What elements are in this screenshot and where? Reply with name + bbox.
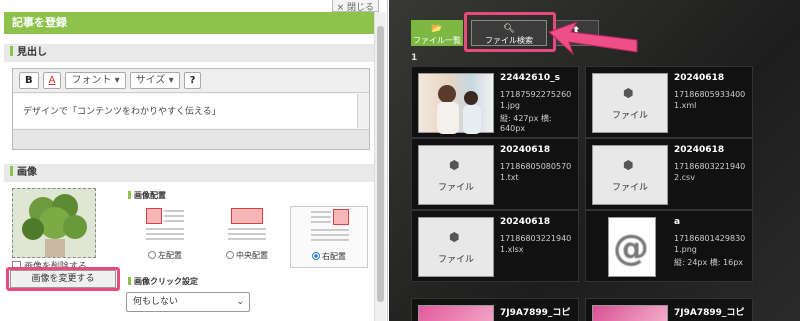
file-tile-label: ファイル [611, 183, 648, 193]
file-name: 171875922752601.jpg [500, 90, 572, 110]
file-dimensions: 縦: 427px 横: 640px [500, 114, 552, 133]
layout-center-radio[interactable] [226, 251, 234, 259]
heading-editor: B A フォント ▾ サイズ ▾ ? デザインで「コンテンツをわかりやすく伝える… [12, 68, 370, 150]
editor-toolbar: B A フォント ▾ サイズ ▾ ? [13, 69, 369, 93]
article-editor-panel: × 閉じる 記事を登録 見出し B A フォント ▾ サイズ ▾ ? デザインで… [0, 0, 388, 321]
click-setting-label: 画像クリック設定 [128, 276, 198, 287]
help-button[interactable]: ? [183, 72, 202, 89]
file-tile: ⬢ ファイル [592, 73, 668, 133]
layout-left-icon [146, 208, 184, 244]
size-dropdown[interactable]: サイズ ▾ [129, 72, 180, 89]
layout-center-label: 中央配置 [236, 251, 268, 260]
flower-thumbnail [418, 305, 494, 321]
image-section-label: 画像 [4, 164, 376, 182]
file-title: 22442610_s [500, 73, 560, 83]
layout-label: 画像配置 [128, 190, 166, 201]
font-dropdown[interactable]: フォント ▾ [65, 72, 126, 89]
at-sign-icon: @ [613, 228, 649, 269]
image-thumbnail [12, 188, 96, 258]
layout-right-label: 右配置 [322, 252, 346, 261]
file-title: 20240618 [500, 217, 551, 227]
file-card[interactable]: ⬢ ファイル 20240618 171868032219401.xlsx [411, 210, 579, 282]
font-color-button[interactable]: A [42, 72, 62, 89]
heading-section-label: 見出し [4, 44, 376, 62]
file-card[interactable]: ⬢ ファイル 20240618 171868059334001.xml [585, 66, 753, 138]
layout-left-radio[interactable] [148, 251, 156, 259]
scrollbar-thumb[interactable] [377, 26, 384, 302]
layout-right-icon [311, 209, 349, 245]
font-dropdown-label: フォント [71, 75, 112, 86]
cube-icon: ⬢ [623, 158, 634, 172]
tab-file-list[interactable]: 📂 ファイル一覧 [411, 20, 463, 46]
file-title: 20240618 [500, 145, 551, 155]
file-card[interactable]: ⬢ ファイル 20240618 171868050805701.txt [411, 138, 579, 210]
at-image-thumbnail: @ [608, 217, 656, 277]
file-title: 20240618 [674, 145, 725, 155]
cube-icon: ⬢ [449, 230, 460, 244]
click-setting-value: 何もしない [133, 297, 179, 307]
editor-footer [13, 129, 369, 149]
file-card[interactable]: 22442610_s 171875922752601.jpg 縦: 427px … [411, 66, 579, 138]
layout-option-center[interactable]: 中央配置 [208, 206, 286, 268]
file-dimensions: 縦: 24px 横: 16px [674, 258, 744, 267]
chevron-down-icon: ▾ [168, 75, 174, 86]
file-title: 7J9A7899_コピー [500, 308, 571, 318]
editor-scrollbar[interactable] [357, 94, 369, 128]
photo-thumbnail [418, 73, 494, 134]
chevron-down-icon: ▾ [114, 75, 120, 86]
file-card[interactable]: 7J9A7899_コピー [411, 298, 579, 321]
layout-right-radio[interactable] [312, 252, 320, 260]
file-name: 171868059334001.xml [674, 90, 746, 110]
chevron-down-icon: ⌄ [236, 297, 244, 307]
folder-icon: 📂 [431, 24, 443, 34]
change-image-highlight [6, 267, 120, 291]
file-name: 171868050805701.txt [500, 162, 572, 182]
editor-textarea[interactable]: デザインで「コンテンツをわかりやすく伝える」 [13, 94, 357, 128]
bold-button[interactable]: B [19, 72, 39, 89]
file-card[interactable]: @ a 171868014298301.png 縦: 24px 横: 16px [585, 210, 753, 282]
file-title: 20240618 [674, 73, 725, 83]
panel-scrollbar[interactable] [374, 12, 386, 321]
file-title: a [674, 217, 681, 227]
file-tile-label: ファイル [437, 255, 474, 265]
file-tile-label: ファイル [437, 183, 474, 193]
layout-option-left[interactable]: 左配置 [126, 206, 204, 268]
cube-icon: ⬢ [449, 158, 460, 172]
click-setting-select[interactable]: 何もしない ⌄ [126, 292, 250, 312]
pointer-arrow-icon [548, 22, 638, 56]
file-tile: ⬢ ファイル [418, 145, 494, 205]
file-card[interactable]: ⬢ ファイル 20240618 171868032219402.csv [585, 138, 753, 210]
file-name: 171868032219401.xlsx [500, 234, 572, 254]
tab-file-list-label: ファイル一覧 [413, 36, 461, 45]
file-card[interactable]: 7J9A7899_コピー [585, 298, 753, 321]
search-tab-highlight [464, 12, 556, 52]
result-count: 1 [411, 53, 418, 63]
file-name: 171868032219402.csv [674, 162, 746, 182]
layout-left-label: 左配置 [158, 251, 182, 260]
panel-title: 記事を登録 [4, 12, 376, 34]
file-tile-label: ファイル [611, 111, 648, 121]
layout-center-icon [228, 208, 266, 244]
close-button[interactable]: × 閉じる [331, 0, 379, 13]
flower-thumbnail [592, 305, 668, 321]
layout-option-right[interactable]: 右配置 [290, 206, 368, 268]
file-name: 171868014298301.png [674, 234, 746, 254]
file-title: 7J9A7899_コピー [674, 308, 745, 318]
file-tile: ⬢ ファイル [418, 217, 494, 277]
cube-icon: ⬢ [623, 86, 634, 100]
file-tile: ⬢ ファイル [592, 145, 668, 205]
file-browser-panel: 📂 ファイル一覧 🔍︎ ファイル検索 ⬆ 1 22442610_s 171875… [389, 0, 800, 321]
size-dropdown-label: サイズ [135, 75, 166, 86]
